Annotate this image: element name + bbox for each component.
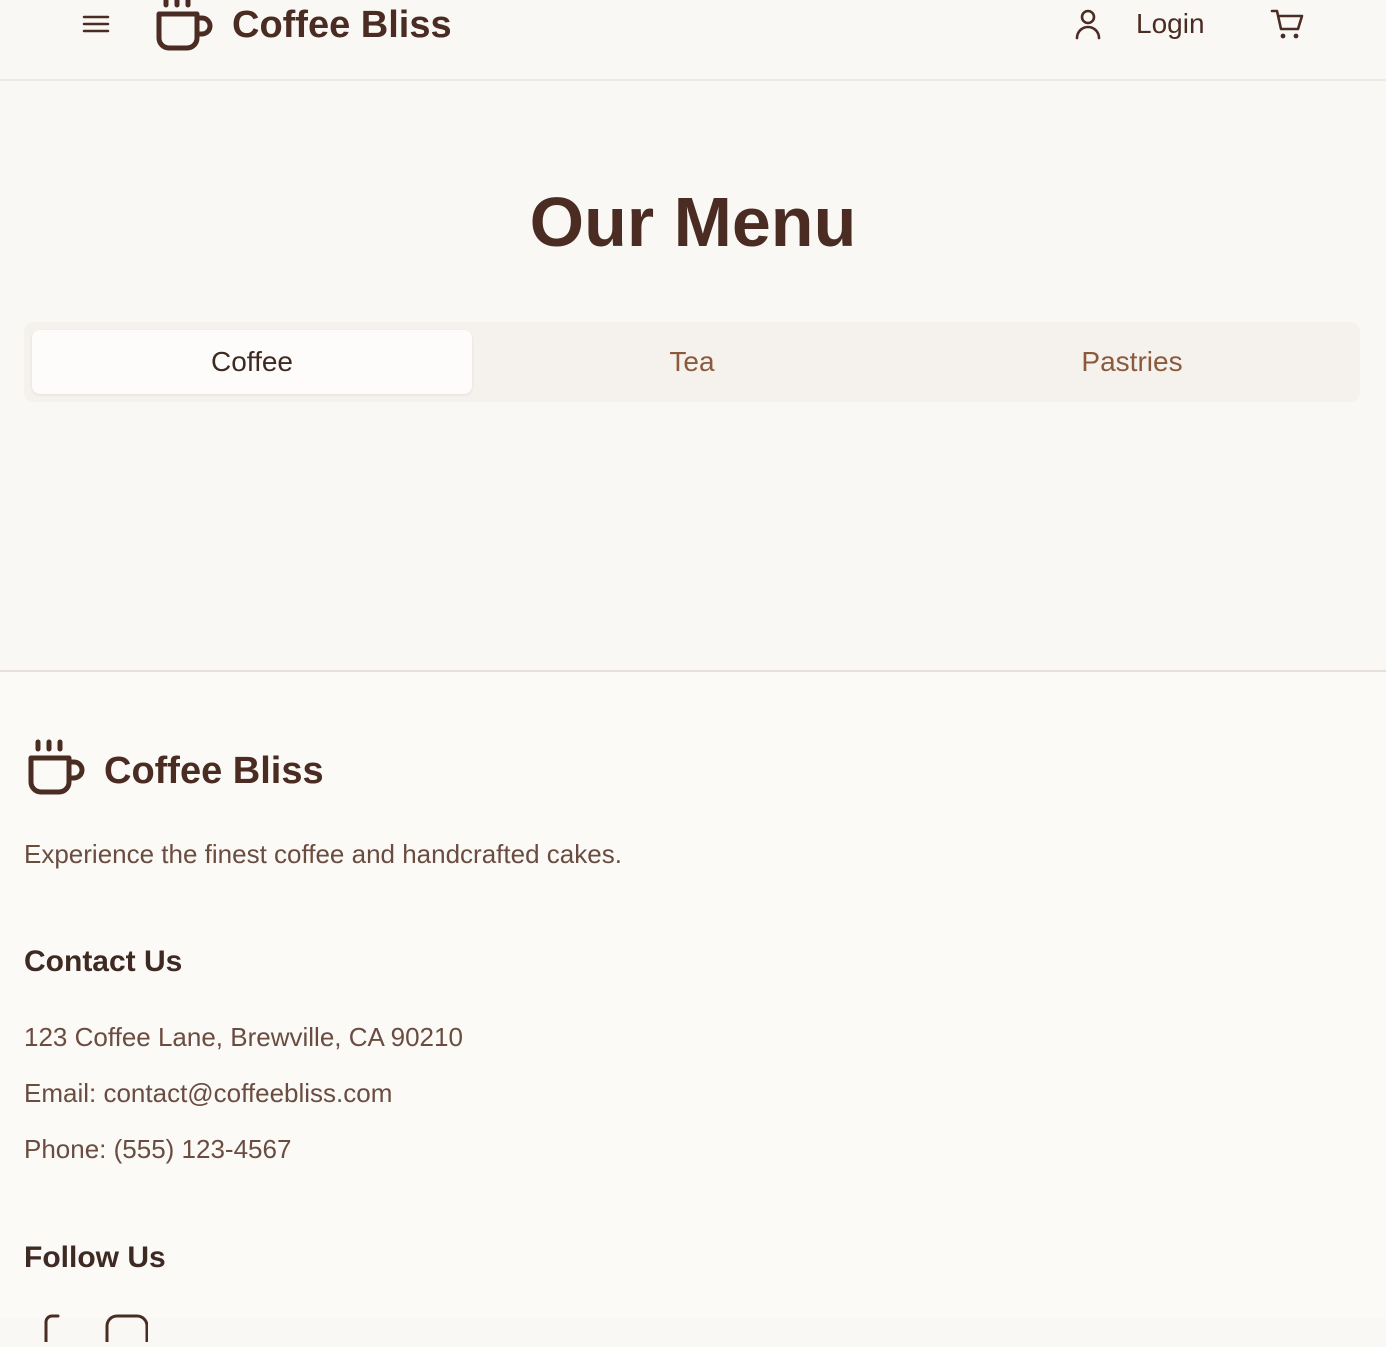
brand-name[interactable]: Coffee Bliss (232, 2, 452, 48)
menu-icon[interactable] (80, 8, 112, 40)
site-footer: Coffee Bliss Experience the finest coffe… (0, 670, 1386, 1347)
tab-pastries[interactable]: Pastries (912, 330, 1352, 394)
tab-coffee[interactable]: Coffee (32, 330, 472, 394)
contact-heading: Contact Us (24, 945, 183, 978)
user-icon[interactable] (1070, 6, 1106, 42)
site-header: Coffee Bliss Login (0, 0, 1386, 81)
contact-phone: Phone: (555) 123-4567 (24, 1134, 292, 1164)
login-link[interactable]: Login (1136, 6, 1205, 42)
instagram-icon[interactable] (104, 1312, 149, 1347)
coffee-cup-icon (24, 738, 88, 798)
contact-email: Email: contact@coffeebliss.com (24, 1078, 393, 1108)
footer-brand-name: Coffee Bliss (104, 750, 324, 792)
cart-icon[interactable] (1268, 6, 1308, 42)
tab-tea[interactable]: Tea (472, 330, 912, 394)
footer-tagline: Experience the finest coffee and handcra… (24, 839, 622, 869)
follow-heading: Follow Us (24, 1241, 166, 1274)
coffee-cup-icon[interactable] (152, 0, 216, 54)
page-title: Our Menu (529, 183, 857, 261)
facebook-icon[interactable] (24, 1312, 68, 1344)
contact-address: 123 Coffee Lane, Brewville, CA 90210 (24, 1022, 463, 1052)
menu-tabs: Coffee Tea Pastries (24, 322, 1360, 402)
